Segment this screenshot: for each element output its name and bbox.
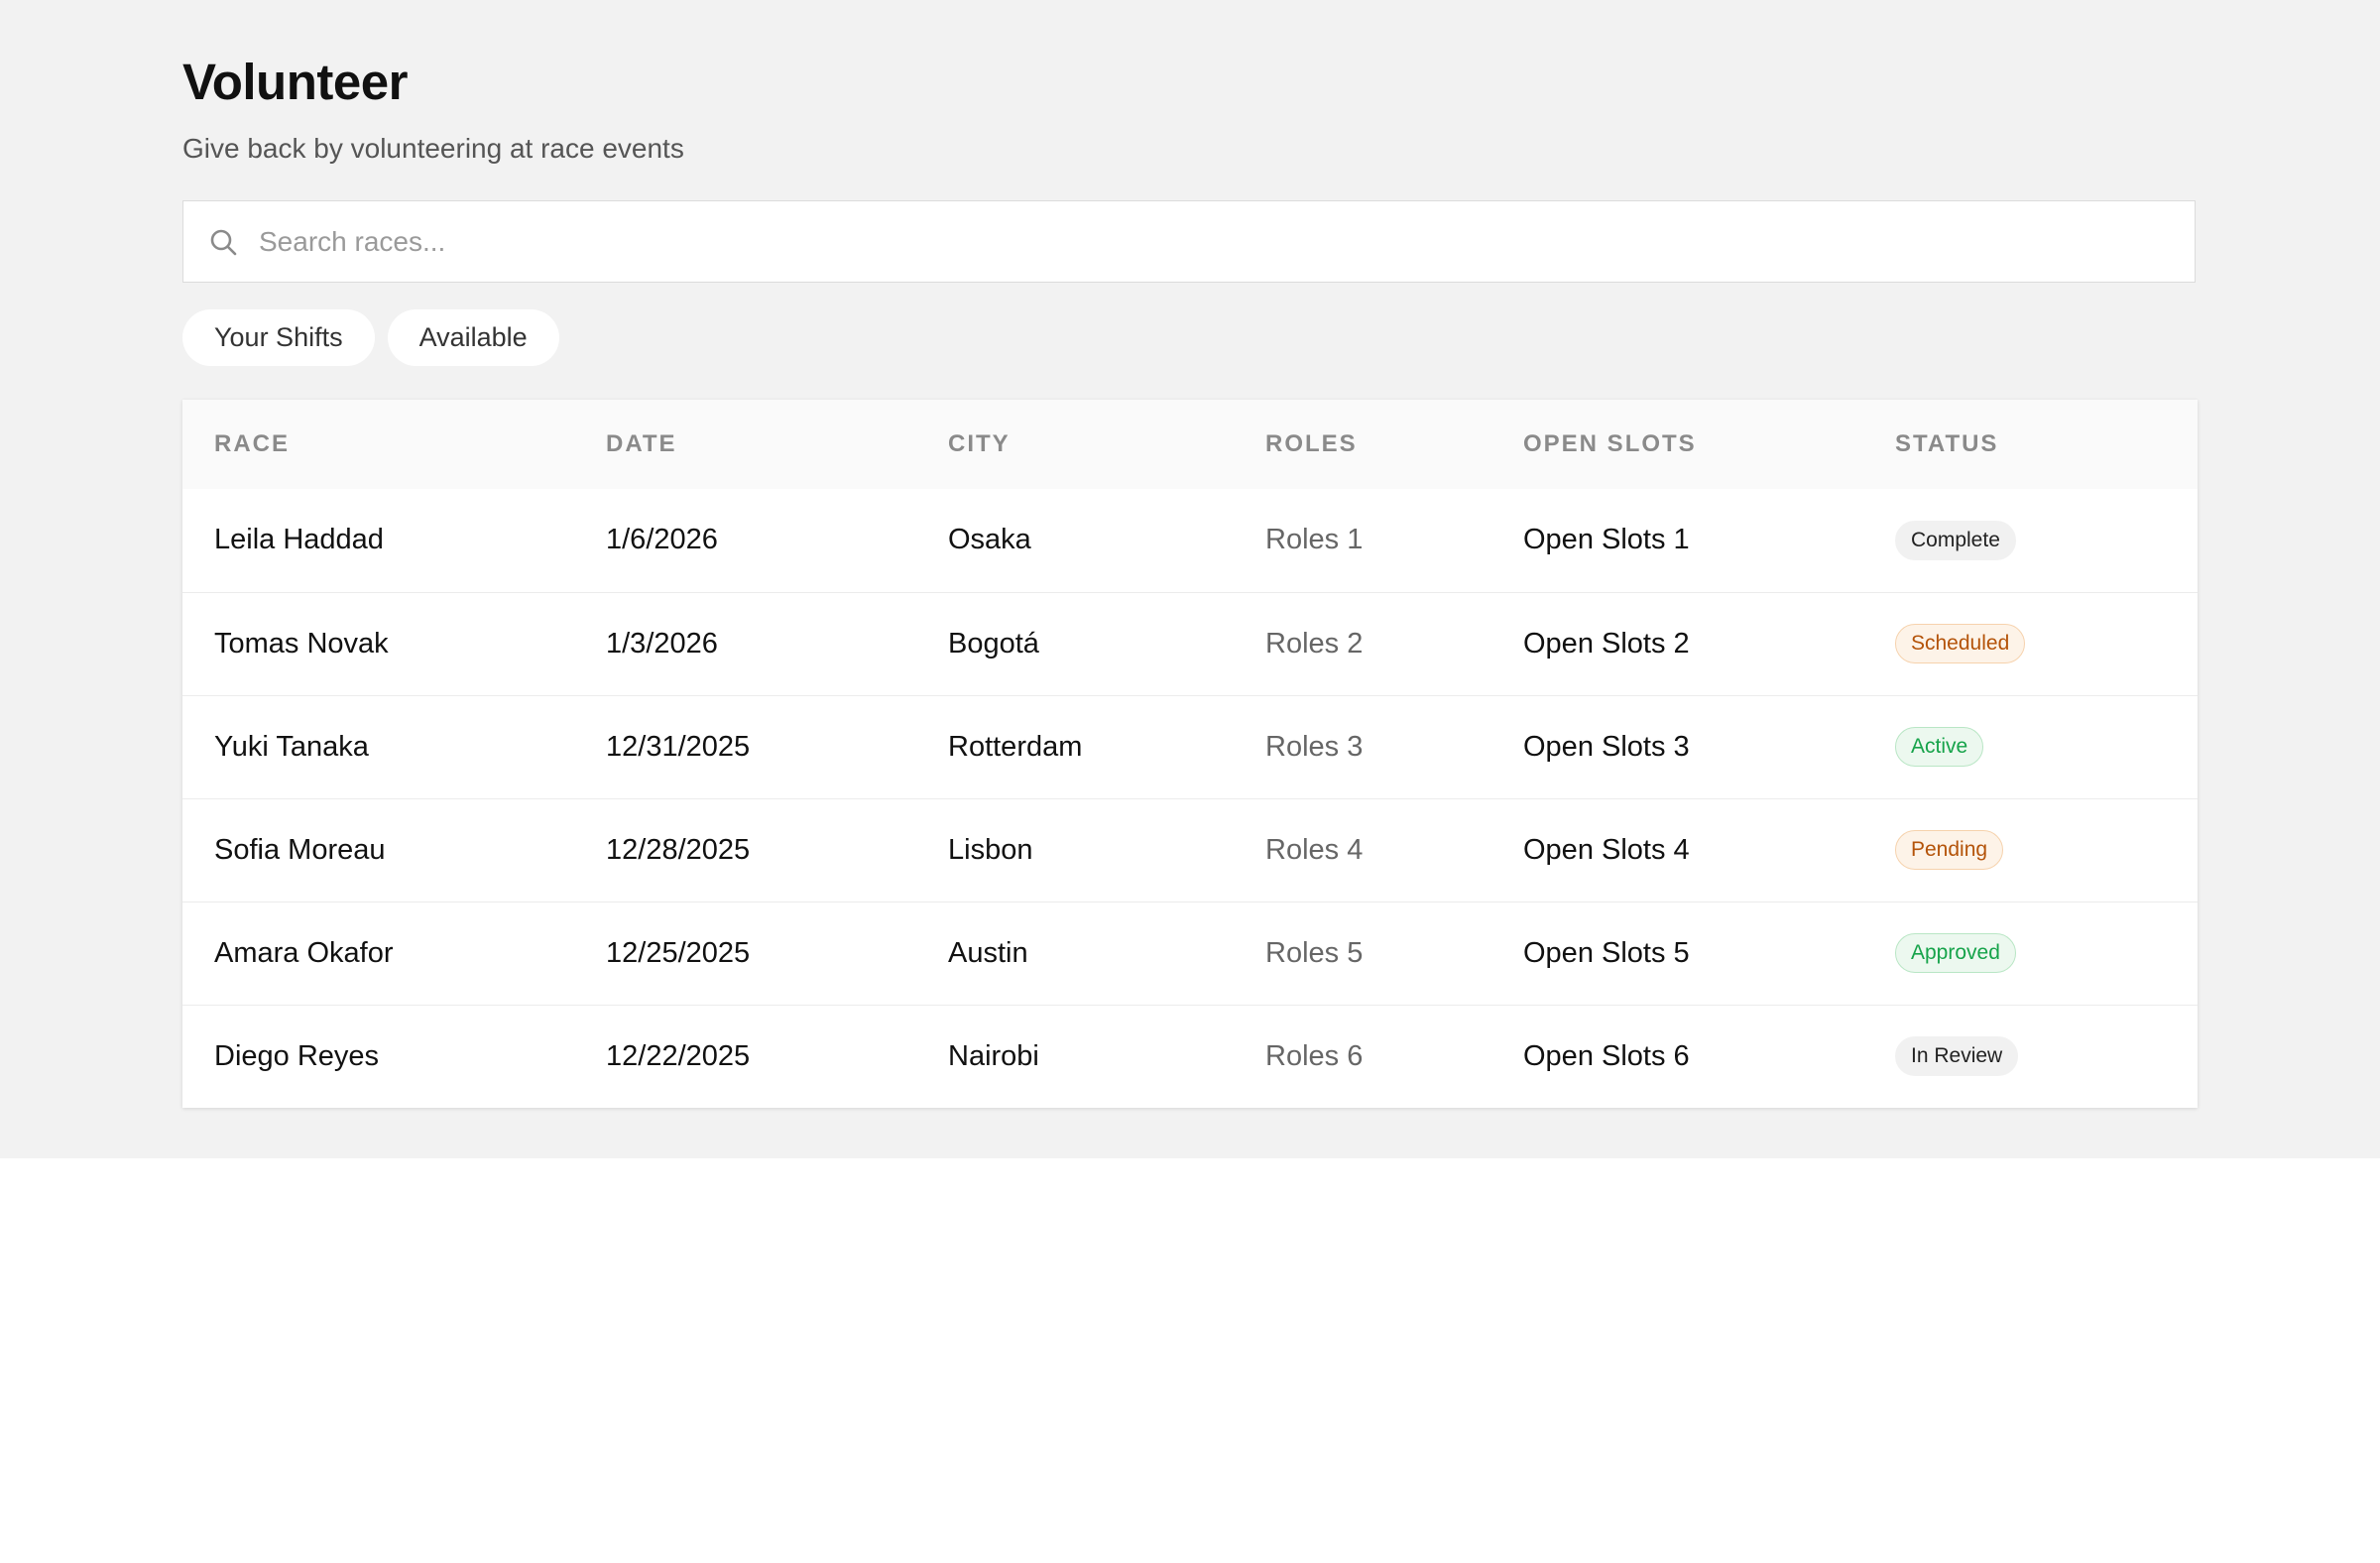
open-slots-cell: Open Slots 6: [1523, 1039, 1690, 1072]
date-cell: 12/28/2025: [606, 833, 751, 866]
status-cell: In Review: [1863, 1005, 2198, 1108]
status-badge: Pending: [1895, 830, 2004, 870]
search-icon: [210, 229, 237, 255]
view-tabs: Your Shifts Available: [182, 309, 559, 366]
status-cell: Approved: [1863, 902, 2198, 1005]
table-header-row: RACE DATE CITY ROLES OPEN SLOTS STATUS: [182, 400, 2198, 489]
table-row[interactable]: Diego Reyes 12/22/2025 Nairobi Roles 6 O…: [182, 1005, 2198, 1108]
roles-cell: Roles 2: [1265, 627, 1364, 660]
open-slots-cell: Open Slots 2: [1523, 627, 1690, 660]
race-cell: Yuki Tanaka: [214, 730, 369, 763]
roles-cell: Roles 6: [1265, 1039, 1364, 1072]
tab-your-shifts[interactable]: Your Shifts: [182, 309, 375, 366]
table-row[interactable]: Tomas Novak 1/3/2026 Bogotá Roles 2 Open…: [182, 592, 2198, 695]
city-cell: Lisbon: [948, 833, 1033, 866]
city-cell: Bogotá: [948, 627, 1039, 660]
city-cell: Osaka: [948, 524, 1031, 556]
roles-cell: Roles 5: [1265, 936, 1364, 969]
column-header-date[interactable]: DATE: [574, 400, 916, 489]
roles-cell: Roles 1: [1265, 524, 1364, 556]
status-cell: Active: [1863, 695, 2198, 798]
open-slots-cell: Open Slots 5: [1523, 936, 1690, 969]
page-background: Volunteer Give back by volunteering at r…: [0, 0, 2380, 1158]
date-cell: 12/25/2025: [606, 936, 751, 969]
table-row[interactable]: Amara Okafor 12/25/2025 Austin Roles 5 O…: [182, 902, 2198, 1005]
page-title: Volunteer: [182, 54, 408, 110]
roles-cell: Roles 3: [1265, 730, 1364, 763]
table-row[interactable]: Sofia Moreau 12/28/2025 Lisbon Roles 4 O…: [182, 798, 2198, 902]
city-cell: Austin: [948, 936, 1028, 969]
race-cell: Tomas Novak: [214, 627, 389, 660]
race-cell: Diego Reyes: [214, 1039, 380, 1072]
tab-available[interactable]: Available: [387, 309, 559, 366]
date-cell: 1/6/2026: [606, 524, 718, 556]
search-box[interactable]: [182, 200, 2196, 283]
status-badge: Complete: [1895, 520, 2016, 560]
open-slots-cell: Open Slots 1: [1523, 524, 1690, 556]
column-header-race[interactable]: RACE: [182, 400, 574, 489]
race-cell: Leila Haddad: [214, 524, 384, 556]
page-subtitle: Give back by volunteering at race events: [182, 133, 684, 164]
status-badge: Active: [1895, 727, 1984, 767]
city-cell: Rotterdam: [948, 730, 1083, 763]
races-table: RACE DATE CITY ROLES OPEN SLOTS STATUS L…: [182, 400, 2198, 1108]
race-cell: Sofia Moreau: [214, 833, 386, 866]
column-header-open-slots[interactable]: OPEN SLOTS: [1491, 400, 1863, 489]
column-header-city[interactable]: CITY: [916, 400, 1234, 489]
open-slots-cell: Open Slots 3: [1523, 730, 1690, 763]
status-badge: Approved: [1895, 933, 2016, 973]
races-table-card: RACE DATE CITY ROLES OPEN SLOTS STATUS L…: [182, 400, 2198, 1108]
table-row[interactable]: Yuki Tanaka 12/31/2025 Rotterdam Roles 3…: [182, 695, 2198, 798]
search-input[interactable]: [259, 211, 2195, 272]
status-cell: Scheduled: [1863, 592, 2198, 695]
date-cell: 12/22/2025: [606, 1039, 751, 1072]
status-cell: Pending: [1863, 798, 2198, 902]
city-cell: Nairobi: [948, 1039, 1039, 1072]
status-badge: Scheduled: [1895, 624, 2026, 663]
open-slots-cell: Open Slots 4: [1523, 833, 1690, 866]
column-header-status[interactable]: STATUS: [1863, 400, 2198, 489]
column-header-roles[interactable]: ROLES: [1234, 400, 1491, 489]
date-cell: 12/31/2025: [606, 730, 751, 763]
roles-cell: Roles 4: [1265, 833, 1364, 866]
date-cell: 1/3/2026: [606, 627, 718, 660]
status-badge: In Review: [1895, 1036, 2019, 1077]
race-cell: Amara Okafor: [214, 936, 394, 969]
status-cell: Complete: [1863, 489, 2198, 592]
table-row[interactable]: Leila Haddad 1/6/2026 Osaka Roles 1 Open…: [182, 489, 2198, 592]
